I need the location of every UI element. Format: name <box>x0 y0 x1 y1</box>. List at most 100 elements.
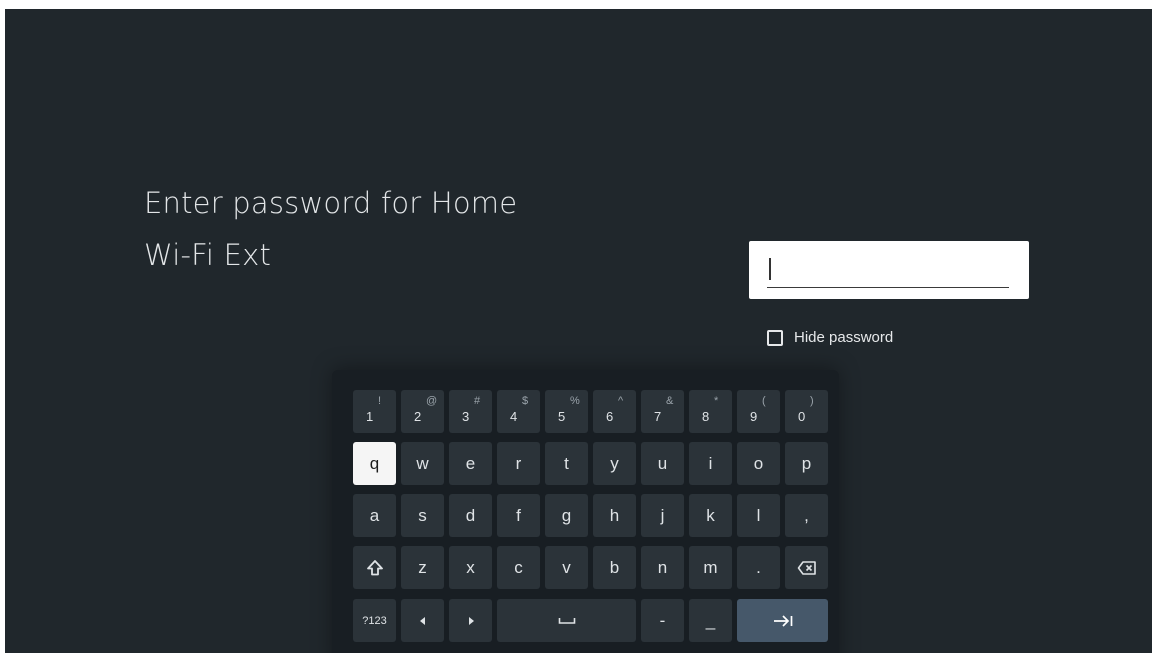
key-2-label: 2 <box>414 409 422 424</box>
key-v[interactable]: v <box>545 546 588 589</box>
key-comma-label: , <box>804 505 809 525</box>
next-key[interactable] <box>737 599 828 642</box>
key-y[interactable]: y <box>593 442 636 485</box>
password-field[interactable] <box>749 241 1029 299</box>
key-9-alt-label: ( <box>762 395 766 407</box>
key-4[interactable]: 4 $ <box>497 390 540 433</box>
key-s-label: s <box>418 505 427 525</box>
key-7-alt-label: & <box>666 395 674 407</box>
key-5-alt-label: % <box>570 395 580 407</box>
key-9-label: 9 <box>750 409 758 424</box>
shift-key[interactable] <box>353 546 396 589</box>
key-l[interactable]: l <box>737 494 780 537</box>
key-o[interactable]: o <box>737 442 780 485</box>
key-u[interactable]: u <box>641 442 684 485</box>
key-a-label: a <box>369 505 380 525</box>
key-q[interactable]: q <box>353 442 396 485</box>
arrow-right-icon <box>466 616 476 626</box>
key-u-label: u <box>657 453 668 473</box>
text-cursor <box>769 258 771 280</box>
key-e[interactable]: e <box>449 442 492 485</box>
key-8[interactable]: 8 * <box>689 390 732 433</box>
key-4-label: 4 <box>510 409 518 424</box>
key-n-label: n <box>657 557 668 577</box>
key-x[interactable]: x <box>449 546 492 589</box>
key-j-label: j <box>660 505 665 525</box>
dash-key-label: - <box>659 610 666 630</box>
tab-next-icon <box>772 614 794 628</box>
key-2-alt-label: @ <box>426 395 438 407</box>
key-w-label: w <box>416 453 429 473</box>
key-o-label: o <box>753 453 764 473</box>
key-v-label: v <box>562 557 571 577</box>
key-6[interactable]: 6 ^ <box>593 390 636 433</box>
key-z[interactable]: z <box>401 546 444 589</box>
key-0-label: 0 <box>798 409 806 424</box>
key-h-label: h <box>609 505 620 525</box>
cursor-left-key[interactable] <box>401 599 444 642</box>
key-w[interactable]: w <box>401 442 444 485</box>
key-7[interactable]: 7 & <box>641 390 684 433</box>
key-g-label: g <box>561 505 572 525</box>
space-icon <box>558 617 576 625</box>
key-m-label: m <box>703 557 718 577</box>
key-1-alt-label: ! <box>378 395 382 407</box>
key-t[interactable]: t <box>545 442 588 485</box>
hide-password-label: Hide password <box>794 329 894 346</box>
key-3-label: 3 <box>462 409 470 424</box>
title-line-2: Wi-Fi Ext <box>144 238 272 272</box>
key-k[interactable]: k <box>689 494 732 537</box>
backspace-icon <box>797 560 817 576</box>
key-r[interactable]: r <box>497 442 540 485</box>
arrow-left-icon <box>418 616 428 626</box>
key-a[interactable]: a <box>353 494 396 537</box>
key-p-label: p <box>801 453 812 473</box>
input-underline <box>767 287 1009 288</box>
key-n[interactable]: n <box>641 546 684 589</box>
key-c[interactable]: c <box>497 546 540 589</box>
key-3-alt-label: # <box>474 395 481 407</box>
key-b[interactable]: b <box>593 546 636 589</box>
key-r-label: r <box>515 453 522 473</box>
key-comma[interactable]: , <box>785 494 828 537</box>
key-2[interactable]: 2 @ <box>401 390 444 433</box>
key-9[interactable]: 9( <box>737 390 780 433</box>
key-0-alt-label: ) <box>810 395 814 407</box>
key-8-alt-label: * <box>714 395 719 407</box>
key-5[interactable]: 5% <box>545 390 588 433</box>
page-title: Enter password for Home Wi-Fi Ext <box>144 177 624 281</box>
cursor-right-key[interactable] <box>449 599 492 642</box>
key-s[interactable]: s <box>401 494 444 537</box>
key-d[interactable]: d <box>449 494 492 537</box>
key-g[interactable]: g <box>545 494 588 537</box>
dash-key[interactable]: - <box>641 599 684 642</box>
key-h[interactable]: h <box>593 494 636 537</box>
hide-password-toggle[interactable]: Hide password <box>767 329 893 346</box>
key-t-label: t <box>564 453 569 473</box>
space-key[interactable] <box>497 599 636 642</box>
key-1-label: 1 <box>366 409 374 424</box>
underscore-key-label: _ <box>705 610 716 630</box>
key-q-label: q <box>369 453 380 473</box>
title-line-1: Enter password for Home <box>144 186 518 220</box>
key-m[interactable]: m <box>689 546 732 589</box>
backspace-key[interactable] <box>785 546 828 589</box>
symbols-key[interactable]: ?123 <box>353 599 396 642</box>
key-b-label: b <box>609 557 620 577</box>
key-j[interactable]: j <box>641 494 684 537</box>
key-z-label: z <box>418 557 427 577</box>
key-7-label: 7 <box>654 409 662 424</box>
key-1[interactable]: 1! <box>353 390 396 433</box>
key-period[interactable]: . <box>737 546 780 589</box>
key-0[interactable]: 0) <box>785 390 828 433</box>
key-3[interactable]: 3 # <box>449 390 492 433</box>
password-input[interactable] <box>749 241 1029 299</box>
key-p[interactable]: p <box>785 442 828 485</box>
hide-password-checkbox[interactable] <box>767 329 783 346</box>
key-f[interactable]: f <box>497 494 540 537</box>
key-5-label: 5 <box>558 409 566 424</box>
key-x-label: x <box>466 557 475 577</box>
key-i[interactable]: i <box>689 442 732 485</box>
underscore-key[interactable]: _ <box>689 599 732 642</box>
key-y-label: y <box>610 453 619 473</box>
